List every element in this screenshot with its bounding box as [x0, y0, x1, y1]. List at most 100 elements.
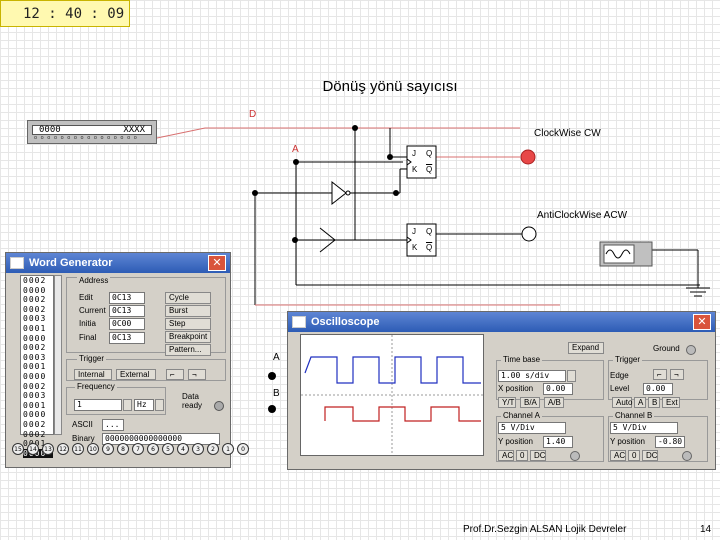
output-pins: 15 14 13 12 11 10 9 8 7 6 5 4 3 2 1 0 [12, 443, 249, 455]
label-a: A [292, 144, 299, 155]
trigger-rising-icon[interactable]: ⌐ [653, 369, 667, 380]
channel-b-label: Channel B [613, 411, 655, 420]
mini-word-generator[interactable]: 0000 XXXX o o o o o o o o o o o o o o o … [27, 120, 157, 144]
channel-a-ypos-field[interactable]: 1.40 [543, 436, 573, 448]
edit-field[interactable]: 0C13 [109, 292, 145, 304]
address-list[interactable]: 0002 0000 0002 0002 0003 0001 0000 0002 0003 0001… [20, 275, 54, 459]
channel-a-label: Channel A [501, 411, 542, 420]
address-row[interactable]: 0000 [23, 286, 53, 296]
address-row[interactable]: 0001 [23, 362, 53, 372]
mode-ab-button[interactable]: A/B [544, 397, 564, 408]
step-button[interactable]: Step [165, 318, 211, 330]
falling-edge-icon[interactable]: ¬ [188, 369, 206, 380]
current-label: Current [79, 306, 106, 315]
channel-b-dc-button[interactable]: DC [642, 450, 658, 461]
ff1-qn: Q [426, 165, 433, 174]
address-row[interactable]: 0000 [23, 410, 53, 420]
close-icon[interactable]: ✕ [693, 314, 711, 330]
wire-d [156, 127, 355, 139]
channel-b-scale-field[interactable]: 5 V/Div [610, 422, 678, 434]
address-row[interactable]: 0003 [23, 314, 53, 324]
ff1-j: J [412, 149, 416, 158]
cycle-button[interactable]: Cycle [165, 292, 211, 304]
address-row[interactable]: 0002 [23, 382, 53, 392]
trigger-ext-button[interactable]: Ext [662, 397, 680, 408]
address-row[interactable]: 0002 [23, 420, 53, 430]
frequency-stepper[interactable] [123, 399, 132, 411]
pattern-button[interactable]: Pattern... [165, 344, 211, 356]
ff2-q: Q [426, 227, 433, 236]
address-row[interactable]: 0002 [23, 305, 53, 315]
address-row[interactable]: 0003 [23, 353, 53, 363]
channel-a-ac-button[interactable]: AC [498, 450, 514, 461]
expand-button[interactable]: Expand [568, 342, 604, 354]
channel-a-ypos-label: Y position [498, 437, 533, 446]
breakpoint-button[interactable]: Breakpoint [165, 331, 211, 343]
trigger-a-button[interactable]: A [634, 397, 646, 408]
level-field[interactable]: 0.00 [643, 383, 673, 395]
level-label: Level [610, 384, 630, 393]
trigger-falling-icon[interactable]: ¬ [670, 369, 684, 380]
ground-label: Ground [653, 344, 680, 353]
channel-b-ypos-field[interactable]: -0.80 [655, 436, 685, 448]
output-pin: 14 [27, 443, 39, 455]
output-pin: 3 [192, 443, 204, 455]
external-trigger-button[interactable]: External [116, 369, 156, 380]
x-position-field[interactable]: 0.00 [543, 383, 573, 395]
channel-a-dc-button[interactable]: DC [530, 450, 546, 461]
edit-label: Edit [79, 293, 93, 302]
acw-led [521, 226, 537, 242]
address-row[interactable]: 0001 [23, 401, 53, 411]
output-pin: 15 [12, 443, 24, 455]
frequency-input[interactable]: 1 [74, 399, 122, 411]
trace-a [304, 356, 481, 384]
channel-b-zero-button[interactable]: 0 [628, 450, 640, 461]
word-generator-title: Word Generator [29, 257, 113, 269]
final-label: Final [79, 333, 97, 342]
frequency-unit[interactable]: Hz [134, 399, 154, 411]
final-field[interactable]: 0C13 [109, 332, 145, 344]
channel-b-ac-button[interactable]: AC [610, 450, 626, 461]
current-field[interactable]: 0C13 [109, 305, 145, 317]
rising-edge-icon[interactable]: ⌐ [166, 369, 184, 380]
oscilloscope-titlebar[interactable]: Oscilloscope [288, 312, 715, 332]
address-row[interactable]: 0002 [23, 295, 53, 305]
data-ready-terminal [214, 401, 224, 411]
time-base-stepper[interactable] [567, 370, 576, 382]
oscilloscope-window[interactable]: Oscilloscope ✕ A B Expand Ground Time ba… [273, 311, 716, 470]
time-base-label: Time base [501, 355, 543, 364]
time-base-field[interactable]: 1.00 s/div [498, 370, 566, 382]
output-pin: 11 [72, 443, 84, 455]
channel-a-scale-field[interactable]: 5 V/Div [498, 422, 566, 434]
address-row[interactable]: 0002 [23, 343, 53, 353]
junction-dot [293, 159, 299, 165]
output-pin: 6 [147, 443, 159, 455]
internal-trigger-button[interactable]: Internal [74, 369, 112, 380]
output-pin: 12 [57, 443, 69, 455]
input-a-label: A [273, 352, 280, 363]
address-row[interactable]: 0000 [23, 334, 53, 344]
address-row[interactable]: 0003 [23, 391, 53, 401]
close-icon[interactable]: ✕ [208, 255, 226, 271]
channel-a-zero-button[interactable]: 0 [516, 450, 528, 461]
junction-dot [352, 125, 358, 131]
address-row[interactable]: 0002 [23, 430, 53, 440]
word-generator-titlebar[interactable]: Word Generator [6, 253, 230, 273]
mode-yt-button[interactable]: Y/T [498, 397, 516, 408]
trigger-auto-button[interactable]: Auto [612, 397, 632, 408]
address-row[interactable]: 0001 [23, 324, 53, 334]
address-row[interactable]: 0002 [23, 276, 53, 286]
address-scrollbar[interactable] [54, 275, 62, 435]
label-d: D [249, 109, 257, 120]
word-generator-window[interactable]: Word Generator ✕ 0002 0000 0002 0002 0003 000… [5, 252, 249, 468]
mode-ba-button[interactable]: B/A [520, 397, 540, 408]
trigger-b-button[interactable]: B [648, 397, 660, 408]
initial-field[interactable]: 0C00 [109, 318, 145, 330]
address-row[interactable]: 0000 [23, 372, 53, 382]
unit-stepper[interactable] [155, 399, 164, 411]
burst-button[interactable]: Burst [165, 305, 211, 317]
junction-dot [393, 190, 399, 196]
output-pin: 10 [87, 443, 99, 455]
ascii-field[interactable]: ... [102, 419, 124, 431]
input-b-label: B [273, 388, 280, 399]
